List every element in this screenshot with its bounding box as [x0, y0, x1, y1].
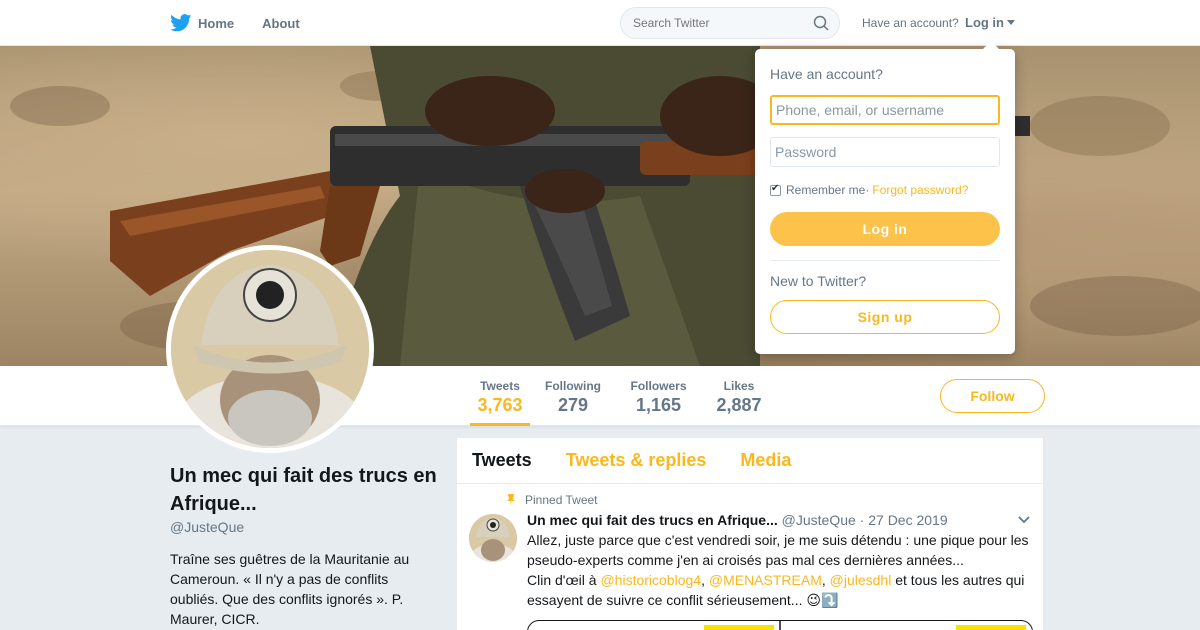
stat-label: Followers: [630, 379, 687, 393]
mention-separator: ,: [821, 572, 830, 588]
search-icon[interactable]: [813, 15, 829, 31]
stat-value: 3,763: [477, 395, 523, 415]
profile-bio: Traîne ses guêtres de la Mauritanie au C…: [170, 551, 410, 627]
timeline: Tweets Tweets & replies Media Pinned Twe…: [456, 437, 1044, 630]
tweet-header: Un mec qui fait des trucs en Afrique... …: [527, 512, 948, 528]
twitter-bird-icon: [170, 14, 192, 32]
login-toggle-label: Log in: [965, 15, 1004, 30]
tab-media[interactable]: Media: [740, 450, 791, 471]
home-label: Home: [198, 15, 235, 31]
stat-likes[interactable]: Likes 2,887: [716, 366, 762, 426]
profile-handle[interactable]: @JusteQue: [170, 519, 244, 535]
nav-links: Home About: [170, 0, 328, 46]
new-to-twitter-text: New to Twitter?: [770, 273, 867, 289]
stat-label: Tweets: [480, 379, 520, 393]
tweet-author-name[interactable]: Un mec qui fait des trucs en Afrique...: [527, 512, 778, 528]
follow-button[interactable]: Follow: [940, 379, 1045, 413]
avatar[interactable]: [166, 245, 374, 453]
username-field[interactable]: [770, 95, 1000, 125]
stat-value: 2,887: [716, 395, 762, 415]
remember-separator: ·: [865, 183, 870, 197]
tweet-media[interactable]: [527, 620, 1033, 630]
top-navigation-bar: Home About Have an account? Log in: [0, 0, 1200, 46]
chevron-down-icon: [1007, 20, 1015, 25]
forgot-password-link[interactable]: Forgot password?: [872, 183, 968, 197]
chevron-down-icon[interactable]: [1018, 516, 1030, 524]
tweet-author-handle[interactable]: @JusteQue: [782, 512, 856, 528]
tweet-text-prefix: Clin d'œil à: [527, 572, 601, 588]
tweet-avatar[interactable]: [469, 514, 517, 562]
tweet-meta-separator: ·: [855, 512, 869, 528]
dropdown-title: Have an account?: [770, 66, 883, 82]
profile-name: Un mec qui fait des trucs en Afrique...: [170, 465, 437, 515]
have-account-text: Have an account?: [862, 16, 959, 30]
pinned-tweet-label: Pinned Tweet: [505, 493, 598, 507]
stat-tweets[interactable]: Tweets 3,763: [470, 366, 530, 426]
search-input[interactable]: [633, 16, 803, 30]
mention-link[interactable]: @julesdhl: [830, 572, 892, 588]
stat-following[interactable]: Following 279: [545, 366, 601, 426]
mention-link[interactable]: @MENASTREAM: [709, 572, 822, 588]
mention-separator: ,: [701, 572, 709, 588]
stat-value: 279: [557, 395, 589, 415]
tweet-text-line2: Clin d'œil à @historicoblog4, @MENASTREA…: [527, 570, 1037, 610]
avatar-image: [171, 250, 369, 448]
stat-label: Following: [545, 379, 601, 393]
password-field[interactable]: [770, 137, 1000, 167]
tweet-text: Allez, juste parce que c'est vendredi so…: [527, 530, 1037, 610]
divider: [770, 260, 1000, 261]
tab-tweets-replies[interactable]: Tweets & replies: [566, 450, 707, 471]
tweet-media-image: [704, 621, 1026, 630]
tab-tweets[interactable]: Tweets: [472, 450, 532, 471]
tweet-avatar-image: [469, 514, 517, 562]
about-link[interactable]: About: [262, 16, 300, 31]
signup-button[interactable]: Sign up: [770, 300, 1000, 334]
tweet-date[interactable]: 27 Dec 2019: [868, 512, 947, 528]
remember-me-row: Remember me · Forgot password?: [770, 183, 968, 197]
login-dropdown: Have an account? Remember me · Forgot pa…: [755, 41, 1015, 354]
stat-label: Likes: [723, 379, 755, 393]
tweet-text-line1: Allez, juste parce que c'est vendredi so…: [527, 532, 1029, 568]
timeline-tabs: Tweets Tweets & replies Media: [457, 438, 1043, 484]
home-link[interactable]: Home: [170, 14, 234, 32]
login-button[interactable]: Log in: [770, 212, 1000, 246]
login-dropdown-toggle[interactable]: Log in: [965, 15, 1015, 30]
stat-value: 1,165: [635, 395, 682, 415]
stat-followers[interactable]: Followers 1,165: [630, 366, 687, 426]
pin-icon: [507, 494, 515, 506]
remember-me-label[interactable]: Remember me: [786, 183, 865, 197]
search-box[interactable]: [620, 7, 840, 39]
pinned-label-text: Pinned Tweet: [525, 493, 598, 507]
mention-link[interactable]: @historicoblog4: [600, 572, 701, 588]
remember-me-checkbox[interactable]: [770, 183, 781, 196]
